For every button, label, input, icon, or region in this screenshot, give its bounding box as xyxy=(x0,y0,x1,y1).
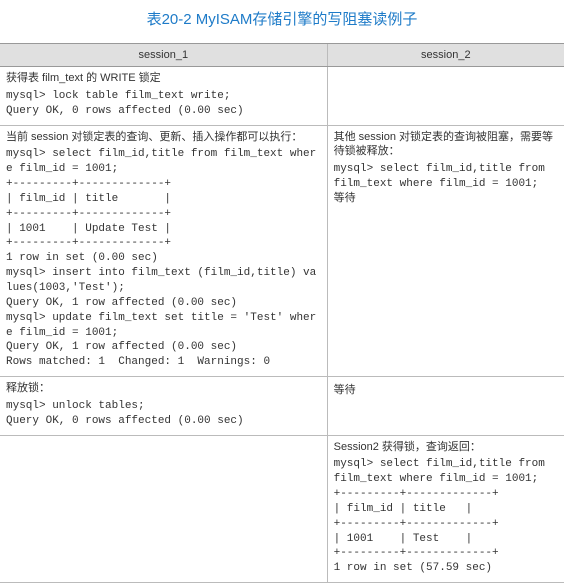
cell-s1 xyxy=(0,435,327,583)
cell-s1: 释放锁： mysql> unlock tables; Query OK, 0 r… xyxy=(0,377,327,436)
page-title: 表20-2 MyISAM存储引擎的写阻塞读例子 xyxy=(0,0,564,43)
cell-note: 释放锁： xyxy=(6,381,321,396)
cell-code: mysql> unlock tables; Query OK, 0 rows a… xyxy=(6,399,321,429)
cell-code: mysql> lock table film_text write; Query… xyxy=(6,89,321,119)
table-row: 获得表 film_text 的 WRITE 锁定 mysql> lock tab… xyxy=(0,67,564,126)
cell-code: mysql> select film_id,title from film_te… xyxy=(334,162,558,207)
header-session2: session_2 xyxy=(327,44,564,67)
cell-s2: 其他 session 对锁定表的查询被阻塞，需要等待锁被释放： mysql> s… xyxy=(327,125,564,377)
cell-note: 当前 session 对锁定表的查询、更新、插入操作都可以执行： xyxy=(6,130,321,145)
cell-note: Session2 获得锁，查询返回： xyxy=(334,440,558,455)
cell-s2: 等待 xyxy=(327,377,564,436)
cell-code: 等待 xyxy=(334,384,558,399)
cell-code: mysql> select film_id,title from film_te… xyxy=(6,147,321,370)
cell-note: 获得表 film_text 的 WRITE 锁定 xyxy=(6,71,321,86)
table-row: 当前 session 对锁定表的查询、更新、插入操作都可以执行： mysql> … xyxy=(0,125,564,377)
cell-code: mysql> select film_id,title from film_te… xyxy=(334,457,558,576)
cell-s2: Session2 获得锁，查询返回： mysql> select film_id… xyxy=(327,435,564,583)
cell-s2 xyxy=(327,67,564,126)
cell-note: 其他 session 对锁定表的查询被阻塞，需要等待锁被释放： xyxy=(334,130,558,160)
cell-s1: 当前 session 对锁定表的查询、更新、插入操作都可以执行： mysql> … xyxy=(0,125,327,377)
cell-s1: 获得表 film_text 的 WRITE 锁定 mysql> lock tab… xyxy=(0,67,327,126)
table-row: 释放锁： mysql> unlock tables; Query OK, 0 r… xyxy=(0,377,564,436)
header-session1: session_1 xyxy=(0,44,327,67)
table-header-row: session_1 session_2 xyxy=(0,44,564,67)
table-row: Session2 获得锁，查询返回： mysql> select film_id… xyxy=(0,435,564,583)
sessions-table: session_1 session_2 获得表 film_text 的 WRIT… xyxy=(0,43,564,583)
